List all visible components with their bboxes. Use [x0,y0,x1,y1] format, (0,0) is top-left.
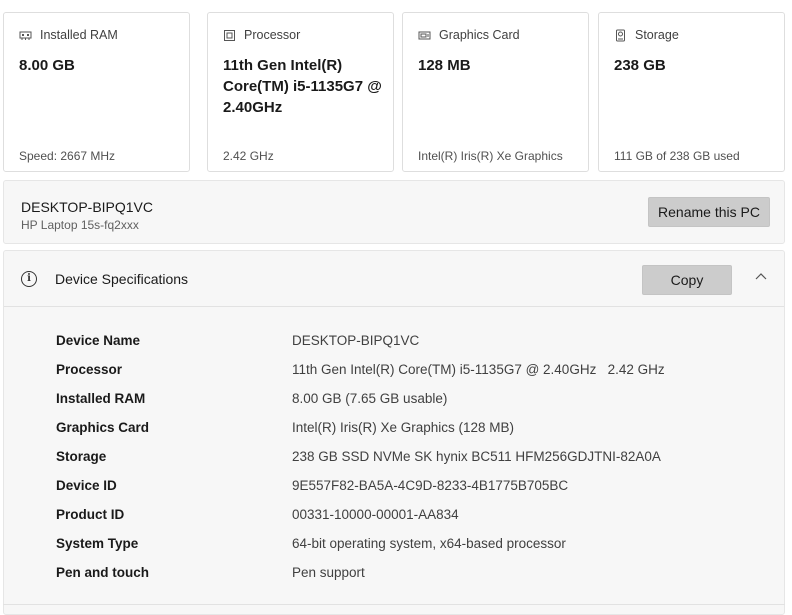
card-value: 238 GB [614,57,666,74]
device-specifications-panel: i Device Specifications Copy Device Name… [3,250,785,615]
spec-value: 9E557F82-BA5A-4C9D-8233-4B1775B705BC [292,478,569,493]
divider [3,604,785,605]
card-sub: Speed: 2667 MHz [19,149,116,163]
spec-value: Pen support [292,565,365,580]
spec-label: Device ID [56,478,117,493]
spec-value: 8.00 GB (7.65 GB usable) [292,391,448,406]
spec-label: Product ID [56,507,125,522]
spec-value: 11th Gen Intel(R) Core(TM) i5-1135G7 @ 2… [292,362,665,377]
pc-name: DESKTOP-BIPQ1VC [21,199,154,215]
spec-value: DESKTOP-BIPQ1VC [292,333,420,348]
info-icon: i [21,271,37,287]
spec-label: Device Name [56,333,141,348]
card-label: Installed RAM [40,28,118,42]
card-sub: 2.42 GHz [223,149,274,163]
chevron-up-icon[interactable] [753,269,769,285]
card-sub: Intel(R) Iris(R) Xe Graphics [418,149,563,163]
spec-value: 64-bit operating system, x64-based proce… [292,536,566,551]
card-value: 8.00 GB [19,57,75,74]
card-graphics: Graphics Card 128 MB Intel(R) Iris(R) Xe… [402,12,589,172]
spec-value: 238 GB SSD NVMe SK hynix BC511 HFM256GDJ… [292,449,661,464]
spec-label: Graphics Card [56,420,150,435]
storage-icon [616,29,625,41]
processor-icon [224,29,235,41]
card-label: Graphics Card [439,28,520,42]
card-value: 128 MB [418,57,471,74]
copy-button[interactable]: Copy [642,265,732,295]
card-label: Storage [635,28,679,42]
spec-label: Pen and touch [56,565,150,580]
spec-header[interactable]: i Device Specifications Copy [4,251,784,307]
spec-value: 00331-10000-00001-AA834 [292,507,459,522]
spec-label: Storage [56,449,107,464]
spec-label: Processor [56,362,123,377]
pc-model: HP Laptop 15s-fq2xxx [21,218,139,232]
rename-pc-button[interactable]: Rename this PC [648,197,770,227]
card-processor: Processor 11th Gen Intel(R) Core(TM) i5-… [207,12,394,172]
card-label: Processor [244,28,301,42]
graphics-card-icon [418,31,431,39]
card-value: 11th Gen Intel(R) Core(TM) i5-1135G7 @ 2… [223,57,382,116]
pc-name-bar: DESKTOP-BIPQ1VC HP Laptop 15s-fq2xxx Ren… [3,180,785,244]
ram-icon [19,31,32,40]
card-sub: 111 GB of 238 GB used [614,149,740,163]
summary-cards: Installed RAM 8.00 GB Speed: 2667 MHz Pr… [3,12,785,172]
spec-label: System Type [56,536,139,551]
card-installed-ram: Installed RAM 8.00 GB Speed: 2667 MHz [3,12,190,172]
card-storage: Storage 238 GB 111 GB of 238 GB used [598,12,785,172]
spec-label: Installed RAM [56,391,146,406]
spec-value: Intel(R) Iris(R) Xe Graphics (128 MB) [292,420,515,435]
spec-title: Device Specifications [55,271,189,287]
